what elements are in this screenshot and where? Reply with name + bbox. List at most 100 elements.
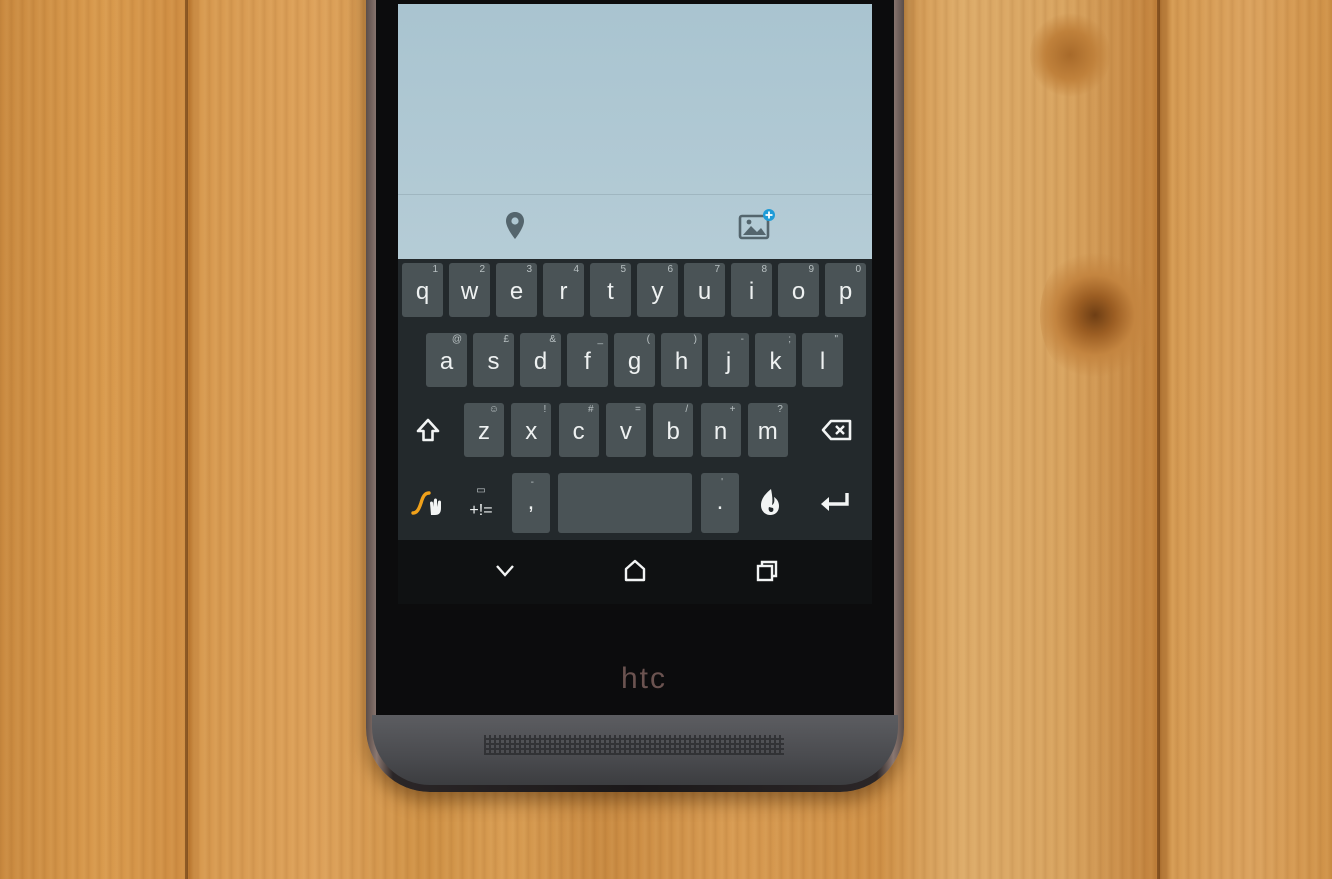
key-hint: / (685, 404, 689, 415)
key-label: o (791, 278, 806, 305)
phone-screen: 1q2w3e4r5t6y7u8i9o0p @ a £ s & d _ f(g) h - j; k " l … (398, 4, 872, 604)
key-hint: 9 (808, 264, 814, 275)
key-label: f (584, 348, 591, 375)
key-r[interactable]: 4r (543, 263, 584, 317)
key-label: h (674, 348, 689, 375)
emoji-hint-icon: ▭ (476, 485, 486, 496)
space-bar[interactable] (558, 473, 692, 533)
key-label: p (838, 278, 853, 305)
compose-area[interactable] (398, 4, 872, 259)
wood-knot (1030, 10, 1110, 100)
key-hint: 1 (432, 264, 438, 275)
wooden-table-background: 1q2w3e4r5t6y7u8i9o0p @ a £ s & d _ f(g) h - j; k " l … (0, 0, 1332, 879)
key-hint: 2 (479, 264, 485, 275)
key-d[interactable]: & d (520, 333, 561, 387)
key-hint: ; (788, 334, 791, 345)
key-label: k (769, 348, 782, 375)
key-hint: ( (646, 334, 650, 345)
recent-apps-icon[interactable] (752, 556, 782, 586)
key-hint: ? (777, 404, 783, 415)
key-label: w (460, 278, 479, 305)
period-key-hint: ' (721, 477, 723, 488)
location-pin-icon[interactable] (504, 210, 526, 242)
key-hint: @ (451, 334, 462, 345)
phone-body: 1q2w3e4r5t6y7u8i9o0p @ a £ s & d _ f(g) h - j; k " l … (366, 0, 904, 792)
comma-key-hint: - (530, 477, 534, 488)
comma-key[interactable]: - , (512, 473, 550, 533)
swype-gesture-icon (411, 491, 441, 515)
add-photo-icon[interactable] (738, 208, 778, 242)
key-n[interactable]: + n (700, 403, 741, 457)
key-label: a (439, 348, 454, 375)
key-z[interactable]: ☺ z (464, 403, 504, 457)
period-key[interactable]: ' . (701, 473, 739, 533)
enter-arrow-icon (821, 493, 849, 511)
toolbar-divider (398, 194, 872, 195)
plank-seam (185, 0, 188, 879)
wood-knot (1040, 245, 1150, 385)
chevron-down-icon[interactable] (490, 556, 520, 586)
shift-key[interactable] (408, 403, 448, 457)
key-h[interactable]: ) h (661, 333, 702, 387)
key-c[interactable]: # c (558, 403, 599, 457)
key-q[interactable]: 1q (402, 263, 443, 317)
key-label: u (697, 278, 712, 305)
key-hint: 0 (855, 264, 861, 275)
navigation-bar (398, 540, 872, 604)
key-hint: ! (543, 404, 547, 415)
htc-logo: htc (620, 662, 668, 695)
key-j[interactable]: -j (708, 333, 749, 387)
key-i[interactable]: 8i (731, 263, 772, 317)
enter-key[interactable] (808, 473, 862, 533)
key-label: q (415, 278, 430, 305)
key-x[interactable]: ! x (511, 403, 552, 457)
key-f[interactable]: _ f (567, 333, 608, 387)
key-s[interactable]: £ s (473, 333, 514, 387)
key-l[interactable]: " l (802, 333, 843, 387)
key-label: m (757, 418, 778, 445)
key-label: e (509, 278, 524, 305)
key-hint: £ (503, 334, 509, 345)
key-o[interactable]: 9o (778, 263, 819, 317)
dragon-voice-key[interactable] (748, 473, 792, 533)
plank-seam (1157, 0, 1160, 879)
key-m[interactable]: ? m (747, 403, 788, 457)
key-hint: 8 (761, 264, 767, 275)
flame-mic-icon (761, 489, 779, 515)
key-e[interactable]: 3e (496, 263, 537, 317)
home-icon[interactable] (620, 556, 650, 586)
key-g[interactable]: (g (614, 333, 655, 387)
key-label: t (607, 278, 614, 305)
key-hint: _ (597, 334, 603, 345)
key-hint: - (740, 334, 744, 345)
key-label: y (651, 278, 664, 305)
key-p[interactable]: 0p (825, 263, 866, 317)
key-y[interactable]: 6y (637, 263, 678, 317)
key-hint: 7 (714, 264, 720, 275)
key-b[interactable]: / b (653, 403, 694, 457)
key-u[interactable]: 7u (684, 263, 725, 317)
key-hint: 3 (526, 264, 532, 275)
key-k[interactable]: ; k (755, 333, 796, 387)
comma-key-label: , (527, 488, 535, 515)
key-a[interactable]: @ a (426, 333, 467, 387)
key-label: v (619, 418, 632, 445)
backspace-key[interactable] (812, 403, 862, 457)
key-t[interactable]: 5t (590, 263, 631, 317)
key-label: b (666, 418, 680, 445)
boomsound-speaker (372, 715, 898, 785)
symbols-key[interactable]: ▭ +!= (460, 473, 502, 533)
key-label: x (525, 418, 538, 445)
key-label: g (627, 348, 642, 375)
key-hint: " (834, 334, 838, 345)
key-label: l (819, 348, 826, 375)
backspace-icon (821, 419, 852, 441)
key-hint: 5 (620, 264, 626, 275)
front-glass: 1q2w3e4r5t6y7u8i9o0p @ a £ s & d _ f(g) h - j; k " l … (376, 0, 894, 715)
key-label: c (572, 418, 585, 445)
key-label: s (487, 348, 500, 375)
swype-key[interactable] (408, 473, 450, 533)
key-w[interactable]: 2w (449, 263, 490, 317)
key-v[interactable]: = v (605, 403, 646, 457)
key-hint: & (549, 334, 556, 345)
